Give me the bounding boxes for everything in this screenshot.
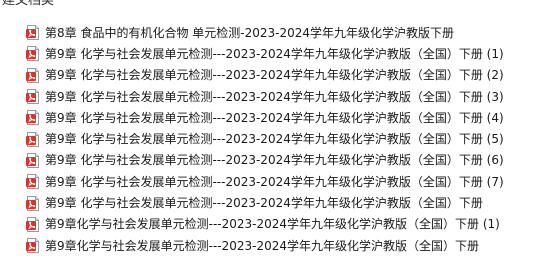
pdf-icon <box>26 25 40 41</box>
pdf-icon <box>26 195 40 211</box>
list-item[interactable]: 第9章化学与社会发展单元检测---2023-2024学年九年级化学沪教版（全国）… <box>26 214 538 235</box>
list-item[interactable]: 第9章 化学与社会发展单元检测---2023-2024学年九年级化学沪教版（全国… <box>26 128 538 149</box>
file-name[interactable]: 第9章 化学与社会发展单元检测---2023-2024学年九年级化学沪教版（全国… <box>45 67 504 83</box>
pdf-icon <box>26 238 40 254</box>
list-item[interactable]: 第9章 化学与社会发展单元检测---2023-2024学年九年级化学沪教版（全国… <box>26 43 538 64</box>
pdf-icon <box>26 89 40 105</box>
file-name[interactable]: 第8章 食品中的有机化合物 单元检测-2023-2024学年九年级化学沪教版下册 <box>45 25 454 41</box>
list-item[interactable]: 第8章 食品中的有机化合物 单元检测-2023-2024学年九年级化学沪教版下册 <box>26 22 538 43</box>
list-item[interactable]: 第9章 化学与社会发展单元检测---2023-2024学年九年级化学沪教版（全国… <box>26 192 538 213</box>
pdf-icon <box>26 46 40 62</box>
list-item[interactable]: 第9章 化学与社会发展单元检测---2023-2024学年九年级化学沪教版（全国… <box>26 171 538 192</box>
file-list: 第8章 食品中的有机化合物 单元检测-2023-2024学年九年级化学沪教版下册… <box>26 22 538 256</box>
list-item[interactable]: 第9章化学与社会发展单元检测---2023-2024学年九年级化学沪教版（全国）… <box>26 235 538 256</box>
file-name[interactable]: 第9章 化学与社会发展单元检测---2023-2024学年九年级化学沪教版（全国… <box>45 195 483 211</box>
pdf-icon <box>26 174 40 190</box>
pdf-icon <box>26 67 40 83</box>
pdf-icon <box>26 152 40 168</box>
list-item[interactable]: 第9章 化学与社会发展单元检测---2023-2024学年九年级化学沪教版（全国… <box>26 107 538 128</box>
file-name[interactable]: 第9章化学与社会发展单元检测---2023-2024学年九年级化学沪教版（全国）… <box>45 216 500 232</box>
list-item[interactable]: 第9章 化学与社会发展单元检测---2023-2024学年九年级化学沪教版（全国… <box>26 150 538 171</box>
list-item[interactable]: 第9章 化学与社会发展单元检测---2023-2024学年九年级化学沪教版（全国… <box>26 86 538 107</box>
file-name[interactable]: 第9章 化学与社会发展单元检测---2023-2024学年九年级化学沪教版（全国… <box>45 131 504 147</box>
file-name[interactable]: 第9章 化学与社会发展单元检测---2023-2024学年九年级化学沪教版（全国… <box>45 46 504 62</box>
pdf-icon <box>26 131 40 147</box>
pdf-icon <box>26 110 40 126</box>
file-name[interactable]: 第9章 化学与社会发展单元检测---2023-2024学年九年级化学沪教版（全国… <box>45 110 504 126</box>
header-title: 建文档类 <box>2 0 55 8</box>
header: 建文档类 <box>0 0 538 15</box>
file-name[interactable]: 第9章化学与社会发展单元检测---2023-2024学年九年级化学沪教版（全国）… <box>45 238 479 254</box>
file-name[interactable]: 第9章 化学与社会发展单元检测---2023-2024学年九年级化学沪教版（全国… <box>45 174 504 190</box>
list-item[interactable]: 第9章 化学与社会发展单元检测---2023-2024学年九年级化学沪教版（全国… <box>26 65 538 86</box>
file-name[interactable]: 第9章 化学与社会发展单元检测---2023-2024学年九年级化学沪教版（全国… <box>45 89 504 105</box>
file-name[interactable]: 第9章 化学与社会发展单元检测---2023-2024学年九年级化学沪教版（全国… <box>45 152 504 168</box>
pdf-icon <box>26 216 40 232</box>
